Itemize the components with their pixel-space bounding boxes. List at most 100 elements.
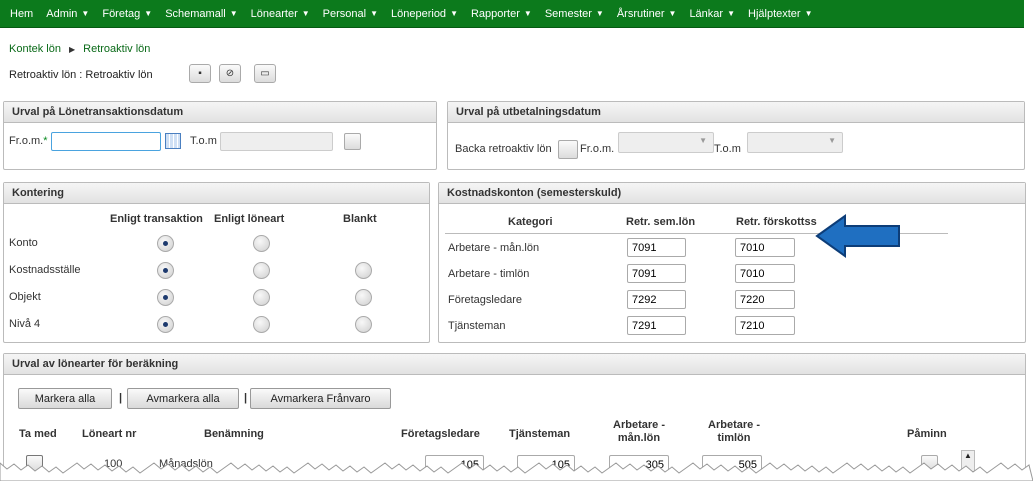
chevron-down-icon: ▼ (450, 9, 458, 18)
radio-enligt-transaktion[interactable] (157, 262, 174, 279)
nav-item-4[interactable]: Lönearter ▼ (251, 8, 310, 20)
torn-edge (0, 462, 1033, 481)
chevron-down-icon: ▼ (144, 9, 153, 18)
row-kategori: Företagsledare (448, 294, 522, 306)
page-subtitle: Retroaktiv lön : Retroaktiv lön (9, 69, 153, 81)
nav-item-9[interactable]: Årsrutiner ▼ (617, 8, 677, 20)
utbet-from-select[interactable]: ▼ (618, 132, 714, 153)
chevron-down-icon: ▼ (81, 9, 90, 18)
col-enligt-transaktion: Enligt transaktion (110, 213, 203, 225)
col-benamning: Benämning (204, 428, 264, 440)
radio-blankt[interactable] (355, 289, 372, 306)
backa-checkbox[interactable] (558, 140, 578, 159)
chevron-down-icon: ▼ (804, 9, 813, 18)
col-paminn: Påminn (907, 428, 947, 440)
chevron-down-icon: ▼ (668, 9, 677, 18)
panel-kostnadskonton: Kostnadskonton (semesterskuld) Kategori … (438, 182, 1026, 343)
panel-title: Kontering (4, 183, 429, 204)
markera-alla-button[interactable]: Markera alla (18, 388, 112, 409)
nav-item-2[interactable]: Företag ▼ (102, 8, 152, 20)
radio-blankt[interactable] (355, 262, 372, 279)
nav-item-label: Personal (322, 7, 367, 20)
col-arbetare-timlon: Arbetare - timlön (708, 419, 760, 444)
retr-semlon-input[interactable] (627, 316, 686, 335)
breadcrumb-current[interactable]: Retroaktiv lön (83, 43, 150, 55)
save-icon: ▪ (198, 68, 202, 79)
retr-forskott-input[interactable] (735, 290, 795, 309)
cancel-button[interactable]: ⊘ (219, 64, 241, 83)
col-loneart-nr: Löneart nr (82, 428, 137, 440)
chevron-down-icon: ▼ (727, 9, 735, 18)
panel-title: Urval på utbetalningsdatum (448, 102, 1024, 123)
calendar-icon[interactable] (165, 133, 181, 149)
col-enligt-loneart: Enligt löneart (214, 213, 285, 225)
radio-enligt-transaktion[interactable] (157, 289, 174, 306)
nav-item-7[interactable]: Rapporter ▼ (471, 8, 532, 20)
col-ta-med: Ta med (19, 428, 57, 440)
col-tjansteman: Tjänsteman (509, 428, 571, 440)
chevron-down-icon: ▼ (699, 136, 707, 145)
nav-item-label: Lönearter (250, 7, 298, 20)
retr-semlon-input[interactable] (627, 264, 686, 283)
nav-item-label: Admin (46, 7, 78, 20)
avmarkera-franvaro-button[interactable]: Avmarkera Frånvaro (250, 388, 391, 409)
row-label: Nivå 4 (9, 318, 41, 330)
chevron-down-icon: ▼ (595, 9, 604, 18)
breadcrumb-root[interactable]: Kontek lön (9, 43, 61, 55)
chevron-down-icon: ▼ (828, 136, 836, 145)
row-label: Kostnadsställe (9, 264, 81, 276)
utbet-to-label: T.o.m (714, 143, 741, 155)
nav-item-10[interactable]: Länkar ▼ (689, 8, 735, 20)
print-button[interactable]: ▭ (254, 64, 276, 83)
nav-item-5[interactable]: Personal ▼ (323, 8, 378, 20)
nav-item-0[interactable]: Hem (10, 8, 33, 20)
nav-item-8[interactable]: Semester ▼ (545, 8, 604, 20)
retr-forskott-input[interactable] (735, 238, 795, 257)
panel-title: Kostnadskonton (semesterskuld) (439, 183, 1025, 204)
save-button[interactable]: ▪ (189, 64, 211, 83)
to-checkbox[interactable] (344, 133, 361, 150)
col-foretagsledare: Företagsledare (401, 428, 480, 440)
panel-urval-lonetrans: Urval på Lönetransaktionsdatum Fr.o.m.* … (3, 101, 437, 170)
retr-forskott-input[interactable] (735, 264, 795, 283)
chevron-down-icon: ▼ (229, 9, 238, 18)
nav-item-label: Hem (10, 7, 34, 20)
utbet-from-label: Fr.o.m. (580, 143, 615, 155)
retr-semlon-input[interactable] (627, 238, 686, 257)
radio-enligt-transaktion[interactable] (157, 316, 174, 333)
from-date-input[interactable] (51, 132, 161, 151)
nav-item-1[interactable]: Admin ▼ (46, 8, 89, 20)
nav-item-label: Hjälptexter (748, 7, 801, 20)
radio-blankt[interactable] (355, 316, 372, 333)
utbet-to-select[interactable]: ▼ (747, 132, 843, 153)
row-kategori: Tjänsteman (448, 320, 506, 332)
to-label: T.o.m (190, 135, 217, 147)
nav-item-label: Årsrutiner (616, 7, 665, 20)
to-date-input[interactable] (220, 132, 333, 151)
col-blankt: Blankt (343, 213, 377, 225)
arrow-left-icon (815, 214, 900, 258)
retr-forskott-input[interactable] (735, 316, 795, 335)
radio-enligt-löneart[interactable] (253, 235, 270, 252)
nav-item-6[interactable]: Löneperiod ▼ (391, 8, 458, 20)
chevron-down-icon: ▼ (523, 9, 532, 18)
cancel-icon: ⊘ (225, 68, 235, 79)
row-kategori: Arbetare - timlön (448, 268, 530, 280)
separator: | (119, 392, 123, 404)
row-label: Konto (9, 237, 38, 249)
radio-enligt-löneart[interactable] (253, 316, 270, 333)
breadcrumb-separator-icon: ▶ (68, 44, 76, 54)
avmarkera-alla-button[interactable]: Avmarkera alla (127, 388, 239, 409)
nav-item-3[interactable]: Schemamall ▼ (165, 8, 237, 20)
radio-enligt-transaktion[interactable] (157, 235, 174, 252)
radio-enligt-löneart[interactable] (253, 262, 270, 279)
row-label: Objekt (9, 291, 41, 303)
panel-title: Urval av lönearter för beräkning (4, 354, 1025, 375)
nav-item-11[interactable]: Hjälptexter ▼ (748, 8, 813, 20)
col-retr-semlon: Retr. sem.lön (626, 216, 696, 228)
backa-label: Backa retroaktiv lön (455, 143, 552, 155)
radio-enligt-löneart[interactable] (253, 289, 270, 306)
chevron-down-icon: ▼ (301, 9, 310, 18)
breadcrumb: Kontek lön ▶ Retroaktiv lön (9, 43, 150, 55)
retr-semlon-input[interactable] (627, 290, 686, 309)
